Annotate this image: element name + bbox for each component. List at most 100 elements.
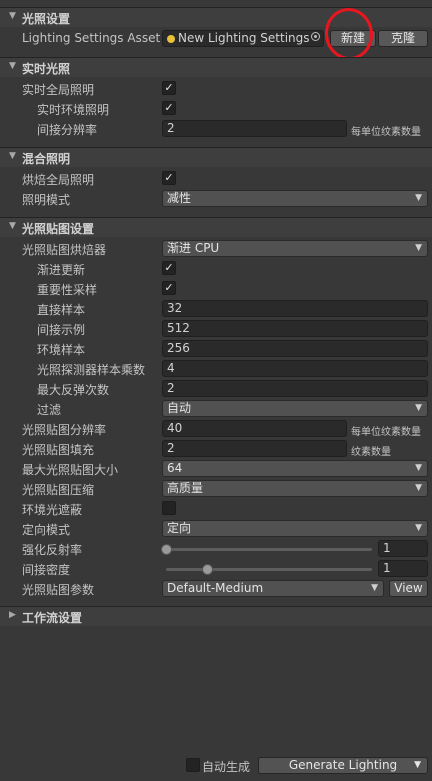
filtering-label: 过滤: [37, 403, 62, 417]
environment-samples-field[interactable]: 256: [162, 340, 428, 357]
section-title: 混合照明: [22, 152, 71, 166]
generate-lighting-button[interactable]: Generate Lighting ▼: [258, 757, 428, 774]
section-workflow-settings[interactable]: ▶ 工作流设置: [0, 606, 432, 626]
lightmap-parameters-label: 光照贴图参数: [22, 583, 95, 597]
lightmap-parameters-dropdown[interactable]: Default-Medium ▼: [162, 580, 384, 597]
row-realtime-gi: 实时全局照明 ✓: [0, 78, 432, 98]
lightmap-padding-field[interactable]: 2: [162, 440, 347, 457]
auto-generate-checkbox[interactable]: [186, 758, 200, 772]
row-probe-multiplier: 光照探测器样本乘数 4: [0, 358, 432, 378]
realtime-env-label: 实时环境照明: [37, 103, 110, 117]
directional-mode-dropdown[interactable]: 定向 ▼: [162, 520, 428, 537]
row-max-lightmap-size: 最大光照贴图大小 64 ▼: [0, 458, 432, 478]
lightmap-compression-label: 光照贴图压缩: [22, 483, 95, 497]
lightmap-padding-unit: 纹素数量: [351, 447, 391, 458]
max-lightmap-size-value: 64: [167, 461, 183, 475]
realtime-env-checkbox[interactable]: ✓: [162, 101, 176, 115]
importance-sampling-checkbox[interactable]: ✓: [162, 281, 176, 295]
lightmapper-label: 光照贴图烘焙器: [22, 243, 107, 257]
chevron-down-icon: ▼: [415, 243, 422, 253]
footer-bar: 自动生成 Generate Lighting ▼: [0, 752, 432, 781]
albedo-boost-slider-track[interactable]: [166, 548, 372, 551]
filtering-dropdown[interactable]: 自动 ▼: [162, 400, 428, 417]
realtime-gi-checkbox[interactable]: ✓: [162, 81, 176, 95]
indirect-intensity-field[interactable]: 1: [378, 560, 428, 577]
max-lightmap-size-label: 最大光照贴图大小: [22, 463, 119, 477]
probe-multiplier-label: 光照探测器样本乘数: [37, 363, 146, 377]
lightmap-compression-dropdown[interactable]: 高质量 ▼: [162, 480, 428, 497]
section-title: 工作流设置: [22, 611, 83, 625]
lighting-mode-label: 照明模式: [22, 193, 71, 207]
chevron-down-icon: ▼: [371, 583, 378, 593]
checkmark-icon: ✓: [164, 281, 174, 294]
object-picker-icon[interactable]: [311, 32, 320, 41]
triangle-down-icon: ▼: [9, 151, 16, 161]
albedo-boost-slider-thumb[interactable]: [161, 544, 172, 555]
albedo-boost-label: 强化反射率: [22, 543, 83, 557]
lightmap-padding-label: 光照贴图填充: [22, 443, 95, 457]
indirect-samples-label: 间接示例: [37, 323, 86, 337]
row-direct-samples: 直接样本 32: [0, 298, 432, 318]
direct-samples-field[interactable]: 32: [162, 300, 428, 317]
baked-gi-checkbox[interactable]: ✓: [162, 171, 176, 185]
indirect-res-field[interactable]: 2: [162, 120, 347, 137]
row-importance-sampling: 重要性采样 ✓: [0, 278, 432, 298]
asset-field[interactable]: New Lighting Settings: [162, 30, 324, 47]
section-title: 光照贴图设置: [22, 222, 95, 236]
row-filtering: 过滤 自动 ▼: [0, 398, 432, 418]
indirect-samples-field[interactable]: 512: [162, 320, 428, 337]
lighting-mode-value: 减性: [167, 191, 192, 205]
ambient-occlusion-label: 环境光遮蔽: [22, 503, 83, 517]
checkmark-icon: ✓: [164, 81, 174, 94]
albedo-boost-field[interactable]: 1: [378, 540, 428, 557]
clone-button[interactable]: 克隆: [378, 30, 428, 47]
lighting-window: ▼ 光照设置 Lighting Settings Asset New Light…: [0, 0, 432, 781]
chevron-down-icon: ▼: [415, 523, 422, 533]
section-title: 实时光照: [22, 62, 71, 76]
view-button[interactable]: View: [389, 580, 428, 597]
lighting-mode-dropdown[interactable]: 减性 ▼: [162, 190, 428, 207]
indirect-res-label: 间接分辨率: [37, 123, 98, 137]
row-lightmap-compression: 光照贴图压缩 高质量 ▼: [0, 478, 432, 498]
lighting-settings-asset-icon: [167, 34, 175, 43]
direct-samples-label: 直接样本: [37, 303, 86, 317]
lightmap-compression-value: 高质量: [167, 481, 204, 495]
ambient-occlusion-checkbox[interactable]: [162, 501, 176, 515]
checkmark-icon: ✓: [164, 261, 174, 274]
section-mixed-lighting[interactable]: ▼ 混合照明: [0, 147, 432, 167]
max-bounces-label: 最大反弹次数: [37, 383, 110, 397]
checkmark-icon: ✓: [164, 171, 174, 184]
progressive-updates-checkbox[interactable]: ✓: [162, 261, 176, 275]
triangle-down-icon: ▼: [9, 221, 16, 231]
probe-multiplier-field[interactable]: 4: [162, 360, 428, 377]
chevron-down-icon: ▼: [414, 760, 421, 770]
row-indirect-resolution: 间接分辨率 2 每单位纹素数量: [0, 118, 432, 138]
lightmapper-dropdown[interactable]: 渐进 CPU ▼: [162, 240, 428, 257]
max-lightmap-size-dropdown[interactable]: 64 ▼: [162, 460, 428, 477]
chevron-down-icon: ▼: [415, 403, 422, 413]
row-lighting-settings-asset: Lighting Settings Asset New Lighting Set…: [0, 4, 432, 64]
row-lighting-mode: 照明模式 减性 ▼: [0, 188, 432, 208]
lightmap-parameters-value: Default-Medium: [167, 581, 264, 595]
baked-gi-label: 烘焙全局照明: [22, 173, 95, 187]
auto-generate-label: 自动生成: [202, 760, 251, 774]
lightmapper-value: 渐进 CPU: [167, 241, 220, 255]
realtime-gi-label: 实时全局照明: [22, 83, 95, 97]
indirect-intensity-label: 间接密度: [22, 563, 71, 577]
lightmap-resolution-field[interactable]: 40: [162, 420, 347, 437]
section-lightmapping-settings[interactable]: ▼ 光照贴图设置: [0, 217, 432, 237]
directional-mode-label: 定向模式: [22, 523, 71, 537]
triangle-right-icon: ▶: [9, 610, 16, 620]
importance-sampling-label: 重要性采样: [37, 283, 98, 297]
lightmap-resolution-label: 光照贴图分辨率: [22, 423, 107, 437]
generate-lighting-label: Generate Lighting: [288, 758, 398, 772]
indirect-intensity-slider-thumb[interactable]: [202, 564, 214, 575]
max-bounces-field[interactable]: 2: [162, 380, 428, 397]
row-realtime-env: 实时环境照明 ✓: [0, 98, 432, 118]
environment-samples-label: 环境样本: [37, 343, 86, 357]
chevron-down-icon: ▼: [415, 483, 422, 493]
row-lightmap-parameters: 光照贴图参数 Default-Medium ▼ View: [0, 578, 432, 598]
section-realtime-lighting[interactable]: ▼ 实时光照: [0, 57, 432, 77]
row-ambient-occlusion: 环境光遮蔽: [0, 498, 432, 518]
indirect-intensity-slider-track[interactable]: [166, 568, 372, 571]
